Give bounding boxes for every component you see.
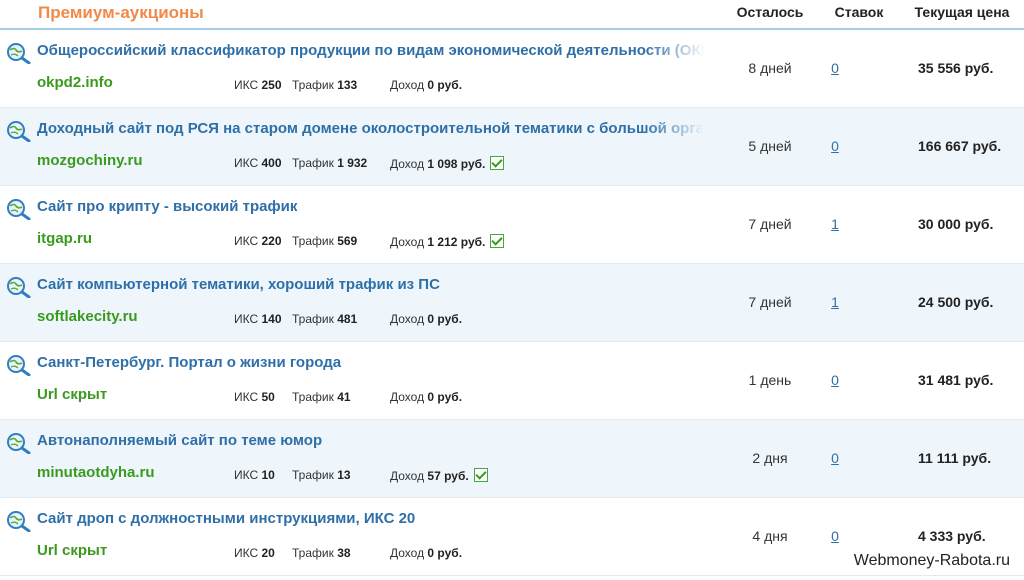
current-price: 4 333 руб. (918, 528, 986, 544)
lot-title-link[interactable]: Автонаполняемый сайт по теме юмор (37, 432, 705, 452)
lot-title-link[interactable]: Общероссийский классификатор продукции п… (37, 42, 705, 62)
income-stat: Доход 0 руб. (390, 546, 463, 560)
search-globe-icon (7, 433, 31, 454)
lot-domain-link[interactable]: Url скрыт (37, 542, 107, 559)
current-price: 166 667 руб. (918, 138, 1002, 154)
income-stat: Доход 0 руб. (390, 78, 463, 92)
table-row: Санкт-Петербург. Портал о жизни города U… (0, 342, 1024, 420)
table-row: Сайт про крипту - высокий трафик itgap.r… (0, 186, 1024, 264)
current-price: 30 000 руб. (918, 216, 994, 232)
time-remaining: 1 день (748, 372, 792, 388)
column-remaining[interactable]: Осталось (722, 4, 818, 20)
lot-domain-link[interactable]: itgap.ru (37, 230, 92, 247)
iks-stat: ИКС 220 (234, 234, 282, 248)
bids-count-link[interactable]: 0 (818, 60, 852, 76)
premium-auctions-page: Премиум-аукционы Осталось Ставок Текущая… (0, 0, 1024, 580)
table-header: Премиум-аукционы Осталось Ставок Текущая… (0, 0, 1024, 30)
verified-check-icon (490, 234, 505, 248)
lot-domain-link[interactable]: softlakecity.ru (37, 308, 138, 325)
current-price: 35 556 руб. (918, 60, 994, 76)
lot-title-link[interactable]: Санкт-Петербург. Портал о жизни города (37, 354, 705, 374)
traffic-stat: Трафик 133 (292, 78, 358, 92)
table-row: Общероссийский классификатор продукции п… (0, 30, 1024, 108)
traffic-stat: Трафик 569 (292, 234, 358, 248)
lot-title-link[interactable]: Сайт компьютерной тематики, хороший траф… (37, 276, 705, 296)
lot-domain-link[interactable]: Url скрыт (37, 386, 107, 403)
time-remaining: 4 дня (752, 528, 788, 544)
income-stat: Доход 0 руб. (390, 390, 463, 404)
current-price: 24 500 руб. (918, 294, 994, 310)
iks-stat: ИКС 20 (234, 546, 275, 560)
bids-count-link[interactable]: 1 (818, 216, 852, 232)
auction-list: Общероссийский классификатор продукции п… (0, 30, 1024, 576)
search-globe-icon (7, 355, 31, 376)
iks-stat: ИКС 10 (234, 468, 275, 482)
bids-count-link[interactable]: 1 (818, 294, 852, 310)
lot-title-link[interactable]: Сайт дроп с должностными инструкциями, И… (37, 510, 705, 530)
traffic-stat: Трафик 38 (292, 546, 351, 560)
time-remaining: 8 дней (748, 60, 792, 76)
income-stat: Доход 0 руб. (390, 312, 463, 326)
iks-stat: ИКС 400 (234, 156, 282, 170)
income-stat: Доход 1 098 руб. (390, 156, 505, 171)
bids-count-link[interactable]: 0 (818, 450, 852, 466)
time-remaining: 5 дней (748, 138, 792, 154)
search-globe-icon (7, 43, 31, 64)
iks-stat: ИКС 140 (234, 312, 282, 326)
bids-count-link[interactable]: 0 (818, 528, 852, 544)
lot-domain-link[interactable]: mozgochiny.ru (37, 152, 143, 169)
time-remaining: 2 дня (752, 450, 788, 466)
lot-domain-link[interactable]: minutaotdyha.ru (37, 464, 155, 481)
income-stat: Доход 57 руб. (390, 468, 488, 483)
section-title: Премиум-аукционы (38, 3, 204, 22)
table-row: Доходный сайт под РСЯ на старом домене о… (0, 108, 1024, 186)
traffic-stat: Трафик 481 (292, 312, 358, 326)
table-row: Автонаполняемый сайт по теме юмор minuta… (0, 420, 1024, 498)
current-price: 31 481 руб. (918, 372, 994, 388)
verified-check-icon (490, 156, 505, 170)
traffic-stat: Трафик 41 (292, 390, 351, 404)
search-globe-icon (7, 511, 31, 532)
watermark: Webmoney-Rabota.ru (845, 550, 1018, 572)
lot-title-link[interactable]: Сайт про крипту - высокий трафик (37, 198, 705, 218)
time-remaining: 7 дней (748, 294, 792, 310)
traffic-stat: Трафик 13 (292, 468, 351, 482)
search-globe-icon (7, 199, 31, 220)
traffic-stat: Трафик 1 932 (292, 156, 368, 170)
iks-stat: ИКС 50 (234, 390, 275, 404)
search-globe-icon (7, 277, 31, 298)
income-stat: Доход 1 212 руб. (390, 234, 505, 249)
iks-stat: ИКС 250 (234, 78, 282, 92)
table-row: Сайт компьютерной тематики, хороший траф… (0, 264, 1024, 342)
column-bids[interactable]: Ставок (818, 4, 900, 20)
bids-count-link[interactable]: 0 (818, 138, 852, 154)
verified-check-icon (473, 468, 488, 482)
lot-title-link[interactable]: Доходный сайт под РСЯ на старом домене о… (37, 120, 705, 140)
lot-domain-link[interactable]: okpd2.info (37, 74, 113, 91)
bids-count-link[interactable]: 0 (818, 372, 852, 388)
search-globe-icon (7, 121, 31, 142)
column-price[interactable]: Текущая цена (900, 4, 1024, 20)
current-price: 11 111 руб. (918, 450, 992, 466)
time-remaining: 7 дней (748, 216, 792, 232)
